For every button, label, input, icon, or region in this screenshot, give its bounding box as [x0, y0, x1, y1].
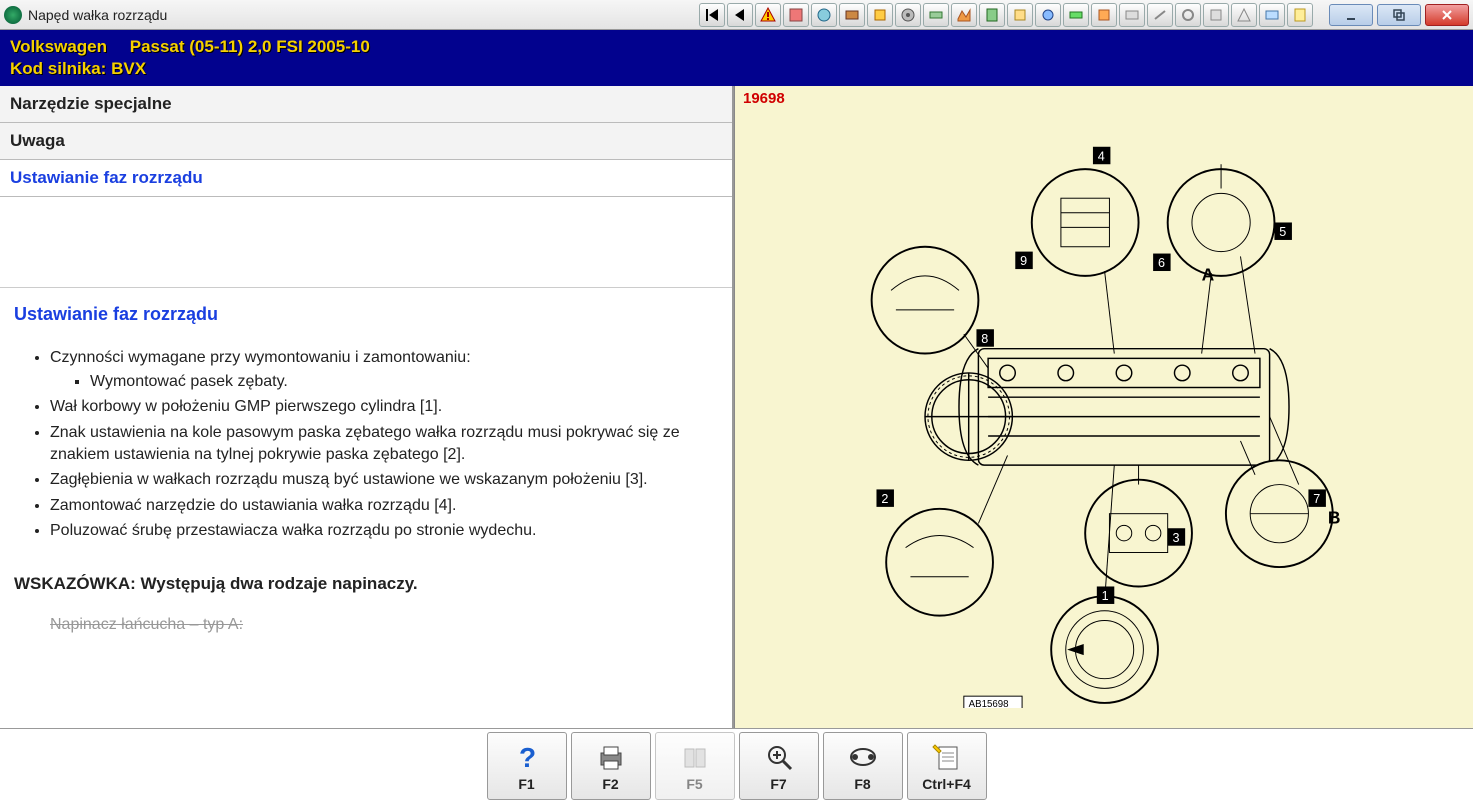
- section-nav: Narzędzie specjalne Uwaga Ustawianie faz…: [0, 86, 732, 197]
- callout-9: 9: [1015, 252, 1032, 269]
- tool-icon-13[interactable]: [1119, 3, 1145, 27]
- app-icon: [4, 6, 22, 24]
- nav-first-button[interactable]: [699, 3, 725, 27]
- list-item: Wał korbowy w położeniu GMP pierwszego c…: [50, 396, 718, 418]
- minimize-button[interactable]: [1329, 4, 1373, 26]
- tool-icon-6[interactable]: [923, 3, 949, 27]
- list-subitem: Wymontować pasek zębaty.: [90, 371, 718, 393]
- nav-prev-button[interactable]: [727, 3, 753, 27]
- content-pane[interactable]: Ustawianie faz rozrządu Czynności wymaga…: [0, 287, 732, 728]
- help-button[interactable]: ? F1: [487, 732, 567, 800]
- svg-text:9: 9: [1020, 254, 1027, 268]
- image-ref: 19698: [743, 90, 785, 107]
- book-button: F5: [655, 732, 735, 800]
- titlebar: Napęd wałka rozrządu: [0, 0, 1473, 30]
- blank-area: [0, 197, 732, 287]
- note-button[interactable]: Ctrl+F4: [907, 732, 987, 800]
- tool-icon-1[interactable]: [783, 3, 809, 27]
- vehicle-info-bar: Volkswagen Passat (05-11) 2,0 FSI 2005-1…: [0, 30, 1473, 86]
- tool-icon-14[interactable]: [1147, 3, 1173, 27]
- tool-icon-5[interactable]: [895, 3, 921, 27]
- tool-icon-17[interactable]: [1231, 3, 1257, 27]
- tool-icon-15[interactable]: [1175, 3, 1201, 27]
- help-icon: ?: [511, 740, 543, 774]
- list-item: Znak ustawienia na kole pasowym paska zę…: [50, 422, 718, 465]
- svg-text:7: 7: [1313, 492, 1320, 506]
- callout-4: 4: [1093, 147, 1110, 164]
- callout-2: 2: [876, 490, 893, 507]
- svg-text:1: 1: [1102, 589, 1109, 603]
- svg-text:6: 6: [1158, 256, 1165, 270]
- callout-3: 3: [1168, 528, 1185, 545]
- letter-b: B: [1328, 508, 1341, 528]
- content-list: Czynności wymagane przy wymontowaniu i z…: [14, 347, 718, 542]
- tool-icon-18[interactable]: [1259, 3, 1285, 27]
- tool-icon-8[interactable]: [979, 3, 1005, 27]
- tool-icon-12[interactable]: [1091, 3, 1117, 27]
- tool-icon-16[interactable]: [1203, 3, 1229, 27]
- belt-button[interactable]: F8: [823, 732, 903, 800]
- content-heading: Ustawianie faz rozrządu: [14, 304, 718, 325]
- list-item: Zagłębienia w wałkach rozrządu muszą być…: [50, 469, 718, 491]
- footer-toolbar: ? F1 F2 F5 F7 F8 Ctrl+F4: [0, 728, 1473, 800]
- svg-text:2: 2: [881, 492, 888, 506]
- callout-8: 8: [976, 329, 993, 346]
- svg-text:5: 5: [1279, 225, 1286, 239]
- nav-warning[interactable]: Uwaga: [0, 123, 732, 160]
- callout-1: 1: [1097, 587, 1114, 604]
- vehicle-model: Passat (05-11) 2,0 FSI 2005-10: [130, 37, 370, 56]
- engine-diagram: 4 9 6 5 8 2 3 7 1 A B: [795, 106, 1453, 708]
- book-icon: [679, 740, 711, 774]
- nav-timing[interactable]: Ustawianie faz rozrządu: [0, 160, 732, 197]
- tool-icon-9[interactable]: [1007, 3, 1033, 27]
- zoom-icon: [763, 740, 795, 774]
- list-item: Zamontować narzędzie do ustawiania wałka…: [50, 495, 718, 517]
- tool-icon-19[interactable]: [1287, 3, 1313, 27]
- callout-7: 7: [1308, 490, 1325, 507]
- top-toolbar: [699, 3, 1313, 27]
- diagram-pane: 19698: [734, 86, 1473, 728]
- engine-label: Kod silnika:: [10, 59, 106, 78]
- diagram-code: AB15698: [969, 699, 1009, 708]
- svg-text:4: 4: [1098, 150, 1105, 164]
- tool-icon-11[interactable]: [1063, 3, 1089, 27]
- note-icon: [931, 740, 963, 774]
- belt-icon: [847, 740, 879, 774]
- list-item: Czynności wymagane przy wymontowaniu i z…: [50, 347, 718, 392]
- tool-icon-3[interactable]: [839, 3, 865, 27]
- zoom-button[interactable]: F7: [739, 732, 819, 800]
- letter-a: A: [1202, 265, 1215, 285]
- callout-5: 5: [1274, 223, 1291, 240]
- svg-text:?: ?: [519, 742, 536, 773]
- tool-icon-4[interactable]: [867, 3, 893, 27]
- tool-icon-2[interactable]: [811, 3, 837, 27]
- close-button[interactable]: [1425, 4, 1469, 26]
- window-title: Napęd wałka rozrządu: [28, 7, 167, 23]
- maximize-button[interactable]: [1377, 4, 1421, 26]
- list-item: Poluzować śrubę przestawiacza wałka rozr…: [50, 520, 718, 542]
- hint-text: WSKAZÓWKA: Występują dwa rodzaje napinac…: [14, 574, 718, 594]
- print-icon: [595, 740, 627, 774]
- print-button[interactable]: F2: [571, 732, 651, 800]
- vehicle-make: Volkswagen: [10, 37, 107, 56]
- engine-code: BVX: [111, 59, 146, 78]
- svg-text:8: 8: [981, 332, 988, 346]
- nav-tools[interactable]: Narzędzie specjalne: [0, 86, 732, 123]
- tool-icon-10[interactable]: [1035, 3, 1061, 27]
- svg-text:3: 3: [1173, 531, 1180, 545]
- cutoff-item: Napinacz łańcucha – typ A:: [50, 614, 718, 636]
- tool-icon-7[interactable]: [951, 3, 977, 27]
- warning-icon[interactable]: [755, 3, 781, 27]
- callout-6: 6: [1153, 254, 1170, 271]
